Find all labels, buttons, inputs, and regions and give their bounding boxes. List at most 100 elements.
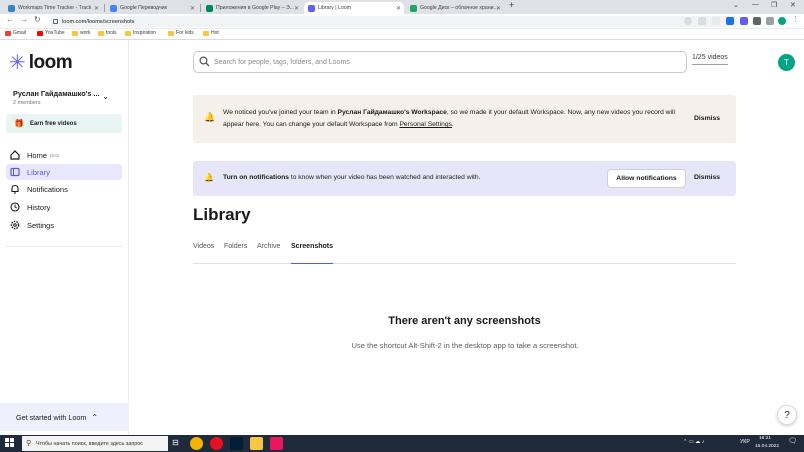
language-indicator[interactable]: УКР	[740, 439, 750, 445]
notification-center-icon[interactable]: 🗨	[788, 437, 797, 445]
workspace-banner-text: We noticed you've joined your team in Ру…	[223, 109, 675, 128]
sidepanel-icon[interactable]	[766, 17, 774, 25]
tab-archive[interactable]: Archive	[257, 243, 280, 264]
menu-dots-icon[interactable]: ⋮	[792, 15, 800, 23]
photoshop-icon[interactable]	[230, 437, 243, 450]
bookmark-hot[interactable]: Hot	[203, 30, 219, 36]
bookmark-tools[interactable]: tools	[98, 30, 117, 36]
search-placeholder: Search for people, tags, folders, and Lo…	[214, 58, 350, 66]
reload-icon[interactable]: ↻	[34, 15, 41, 24]
tab-screenshots[interactable]: Screenshots	[291, 243, 334, 264]
video-count[interactable]: 1/25 videos	[692, 54, 728, 65]
tab-search-icon[interactable]: ⌄	[733, 1, 739, 9]
search-icon: ⚲	[26, 440, 32, 447]
bookmark-youtube[interactable]: YouTube	[37, 30, 65, 36]
loom-logo[interactable]: ✳ loom	[9, 52, 73, 74]
dismiss-button[interactable]: Dismiss	[694, 115, 720, 122]
search-input[interactable]: Search for people, tags, folders, and Lo…	[193, 51, 687, 73]
sidebar-item-history[interactable]: History	[6, 199, 122, 215]
youtube-icon	[37, 30, 43, 36]
sidebar-divider	[6, 246, 122, 247]
folder-icon	[98, 30, 104, 36]
profile-avatar[interactable]	[778, 17, 786, 25]
gear-icon	[9, 219, 21, 231]
earn-free-videos-button[interactable]: 🎁 Earn free videos	[6, 114, 122, 133]
loom-favicon-icon	[308, 4, 315, 12]
forward-icon[interactable]: →	[20, 15, 28, 24]
home-icon	[9, 149, 21, 161]
play-favicon-icon	[206, 4, 213, 12]
new-tab-button[interactable]: +	[509, 0, 514, 10]
tab-videos[interactable]: Videos	[193, 243, 214, 264]
browser-tab-loom[interactable]: Library | Loom ✕	[304, 2, 404, 14]
tab-title: Google Диск – облачное храни...	[420, 5, 498, 11]
figma-icon[interactable]	[270, 437, 283, 450]
earn-label: Earn free videos	[29, 120, 77, 127]
clock-date[interactable]: 15.04.2022	[755, 444, 779, 449]
bookmark-for-kids[interactable]: For kids	[168, 30, 194, 36]
bookmarks-bar	[0, 29, 804, 40]
zoom-icon[interactable]	[684, 17, 692, 25]
dismiss-button[interactable]: Dismiss	[694, 174, 720, 181]
bookmark-star-icon[interactable]	[712, 17, 720, 25]
loom-star-icon: ✳	[9, 52, 26, 74]
back-icon[interactable]: ←	[6, 15, 14, 24]
clock-time[interactable]: 16:21	[759, 436, 771, 441]
personal-settings-link[interactable]: Personal Settings	[399, 121, 451, 128]
folder-icon	[203, 30, 209, 36]
allow-notifications-button[interactable]: Allow notifications	[607, 169, 686, 188]
system-tray-icons[interactable]: ⌃ ▭ ☁ ♪	[683, 439, 704, 445]
extension-icon[interactable]	[726, 17, 734, 25]
taskbar-search-input[interactable]: ⚲ Чтобы начать поиск, введите здесь запр…	[22, 436, 168, 451]
address-bar[interactable]: loom.com/looms/screenshots	[49, 16, 739, 27]
workspace-switcher[interactable]: Руслан Гайдамашко's ... 2 members ⌄	[6, 82, 122, 112]
logo-wordmark: loom	[28, 52, 73, 73]
clock-icon	[9, 201, 21, 213]
user-avatar[interactable]: T	[778, 54, 795, 71]
maximize-icon[interactable]: ❐	[771, 1, 777, 9]
browser-tab-play[interactable]: Приложения в Google Play – Э... ✕	[202, 2, 302, 14]
browser-tab-drive[interactable]: Google Диск – облачное храни... ✕	[406, 2, 504, 14]
puzzle-icon[interactable]	[753, 17, 761, 25]
tab-folders[interactable]: Folders	[224, 243, 247, 264]
task-view-icon[interactable]: ⊟	[172, 438, 185, 451]
bookmark-inspiration[interactable]: Inspiration	[125, 30, 156, 36]
chevron-up-icon: ⌃	[91, 412, 99, 422]
sidebar-item-home[interactable]: Home Beta	[6, 147, 122, 163]
opera-icon[interactable]	[210, 437, 223, 450]
close-window-icon[interactable]: ✕	[790, 1, 796, 9]
close-icon[interactable]: ✕	[496, 5, 501, 12]
close-icon[interactable]: ✕	[396, 5, 401, 12]
tab-divider	[200, 4, 201, 12]
browser-tab-translate[interactable]: Google Переводчик ✕	[106, 2, 198, 14]
tab-divider	[104, 4, 105, 12]
windows-start-icon[interactable]	[5, 438, 15, 448]
tab-title: Приложения в Google Play – Э...	[216, 5, 295, 11]
file-explorer-icon[interactable]	[250, 437, 263, 450]
close-icon[interactable]: ✕	[94, 5, 99, 12]
sidebar-item-library[interactable]: Library	[6, 164, 122, 180]
get-started-button[interactable]: Get started with Loom ⌃	[0, 403, 129, 431]
page-title: Library	[193, 205, 251, 224]
bookmark-gmail[interactable]: Gmail	[5, 30, 26, 36]
translate-favicon-icon	[110, 4, 117, 12]
workmaps-favicon-icon	[8, 4, 15, 12]
beta-badge: Beta	[50, 152, 60, 158]
library-tabs: Videos Folders Archive Screenshots	[193, 242, 736, 264]
sidebar-item-settings[interactable]: Settings	[6, 217, 122, 233]
help-button[interactable]: ?	[777, 405, 797, 425]
folder-icon	[168, 30, 174, 36]
minimize-icon[interactable]: —	[752, 1, 759, 8]
url-text: loom.com/looms/screenshots	[62, 18, 135, 25]
workspace-members: 2 members	[13, 100, 41, 106]
close-icon[interactable]: ✕	[294, 5, 299, 12]
gmail-icon	[5, 30, 11, 36]
bookmark-work[interactable]: work	[72, 30, 91, 36]
share-icon[interactable]	[698, 17, 706, 25]
loom-extension-icon[interactable]	[740, 17, 748, 25]
folder-icon	[125, 30, 131, 36]
chrome-icon[interactable]	[190, 437, 203, 450]
browser-tab-workmaps[interactable]: Workmaps Time Tracker - Track ✕	[4, 2, 102, 14]
close-icon[interactable]: ✕	[190, 5, 195, 12]
sidebar-item-notifications[interactable]: Notifications	[6, 181, 122, 197]
